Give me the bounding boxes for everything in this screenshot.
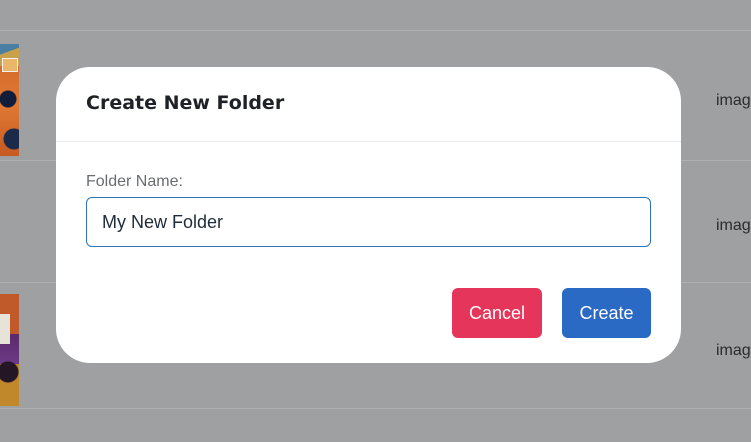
file-name-text[interactable]: imag [716,92,751,110]
page: imag imag imag Create New Folder Folder … [0,0,751,442]
folder-name-input[interactable] [86,197,651,247]
file-thumbnail[interactable] [0,44,19,156]
file-name-text[interactable]: imag [716,217,751,235]
thumbnail-chart-graphic [2,58,18,72]
row-divider [0,408,751,409]
dialog-header: Create New Folder [56,67,681,142]
row-divider [0,30,751,31]
file-name-text[interactable]: imag [716,342,751,360]
file-thumbnail[interactable] [0,294,19,406]
dialog-title: Create New Folder [86,92,285,114]
folder-name-label: Folder Name: [86,173,183,190]
thumbnail-document-graphic [0,314,10,344]
create-folder-dialog: Create New Folder Folder Name: Cancel Cr… [56,67,681,363]
cancel-button[interactable]: Cancel [452,288,542,338]
create-button[interactable]: Create [562,288,651,338]
